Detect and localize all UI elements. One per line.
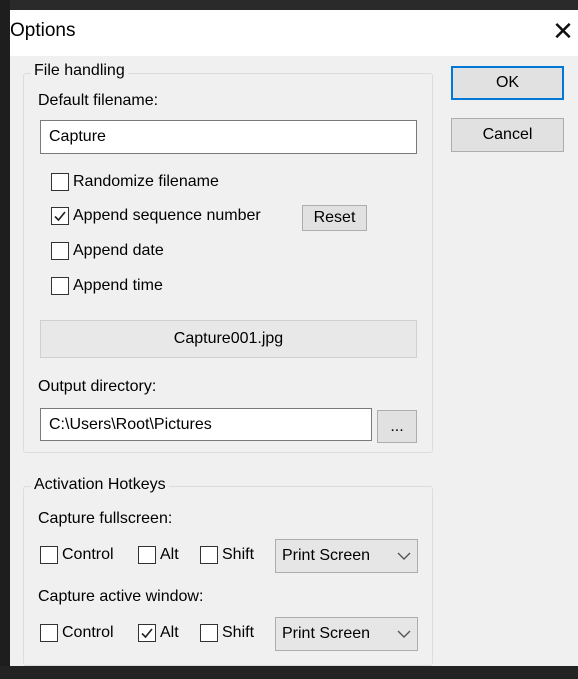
file-handling-legend: File handling	[31, 62, 128, 80]
filename-preview: Capture001.jpg	[40, 320, 417, 358]
append-time-label: Append time	[73, 277, 163, 294]
background-bottom	[0, 666, 578, 679]
capture-fullscreen-label: Capture fullscreen:	[38, 510, 173, 527]
background-left	[0, 0, 10, 679]
active-window-shift-checkbox[interactable]	[200, 624, 218, 642]
fullscreen-alt-checkbox[interactable]	[138, 546, 156, 564]
active-window-shift-label: Shift	[222, 624, 255, 641]
title-bar: Options ✕	[10, 10, 578, 56]
append-time-checkbox[interactable]	[51, 277, 69, 295]
fullscreen-control-option[interactable]: Control	[40, 546, 114, 564]
output-directory-input[interactable]: C:\Users\Root\Pictures	[40, 408, 372, 441]
append-date-option[interactable]: Append date	[51, 242, 164, 260]
options-dialog: Options ✕ OK Cancel File handling Defaul…	[10, 10, 578, 666]
fullscreen-shift-checkbox[interactable]	[200, 546, 218, 564]
active-window-control-option[interactable]: Control	[40, 624, 114, 642]
append-date-label: Append date	[73, 242, 164, 259]
active-window-shift-option[interactable]: Shift	[200, 624, 254, 642]
fullscreen-shift-label: Shift	[222, 546, 255, 563]
append-sequence-option[interactable]: Append sequence number	[51, 207, 261, 225]
default-filename-label: Default filename:	[38, 92, 159, 109]
active-window-control-checkbox[interactable]	[40, 624, 58, 642]
window-title: Options	[10, 20, 76, 41]
fullscreen-shift-option[interactable]: Shift	[200, 546, 254, 564]
fullscreen-key-select[interactable]: Print Screen	[275, 539, 418, 573]
browse-button[interactable]: ...	[377, 410, 417, 443]
active-window-alt-option[interactable]: Alt	[138, 624, 179, 642]
randomize-filename-label: Randomize filename	[73, 173, 219, 190]
checkmark-icon	[141, 628, 153, 639]
append-sequence-label: Append sequence number	[73, 207, 261, 224]
active-window-alt-checkbox[interactable]	[138, 624, 156, 642]
fullscreen-alt-option[interactable]: Alt	[138, 546, 179, 564]
fullscreen-control-label: Control	[62, 546, 114, 563]
append-time-option[interactable]: Append time	[51, 277, 163, 295]
capture-active-window-label: Capture active window:	[38, 588, 204, 605]
output-directory-label: Output directory:	[38, 378, 157, 395]
reset-button[interactable]: Reset	[302, 205, 367, 231]
fullscreen-control-checkbox[interactable]	[40, 546, 58, 564]
default-filename-input[interactable]: Capture	[40, 120, 417, 154]
checkmark-icon	[54, 211, 66, 222]
activation-hotkeys-legend: Activation Hotkeys	[31, 476, 169, 494]
fullscreen-key-value: Print Screen	[282, 547, 371, 564]
fullscreen-alt-label: Alt	[160, 546, 179, 563]
chevron-down-icon	[397, 552, 411, 560]
randomize-filename-checkbox[interactable]	[51, 173, 69, 191]
append-sequence-checkbox[interactable]	[51, 207, 69, 225]
active-window-control-label: Control	[62, 624, 114, 641]
randomize-filename-option[interactable]: Randomize filename	[51, 173, 219, 191]
active-window-key-select[interactable]: Print Screen	[275, 617, 418, 651]
chevron-down-icon	[397, 630, 411, 638]
cancel-button[interactable]: Cancel	[451, 118, 564, 152]
ok-button[interactable]: OK	[451, 66, 564, 100]
active-window-key-value: Print Screen	[282, 625, 371, 642]
background-top	[0, 0, 578, 10]
active-window-alt-label: Alt	[160, 624, 179, 641]
append-date-checkbox[interactable]	[51, 242, 69, 260]
close-icon[interactable]: ✕	[550, 16, 576, 46]
